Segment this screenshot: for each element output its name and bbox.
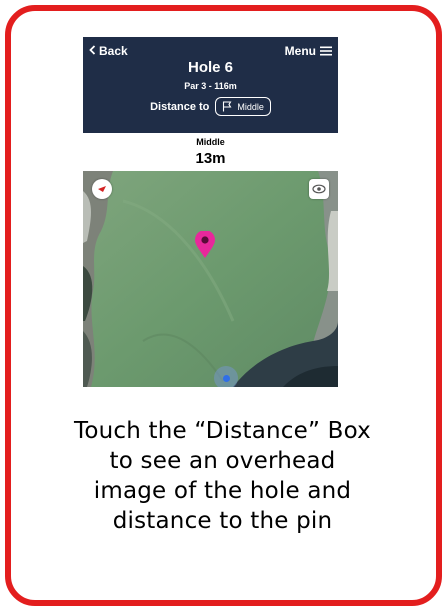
caption: Touch the “Distance” Box to see an overh… — [0, 416, 445, 536]
caption-line: distance to the pin — [112, 508, 333, 534]
menu-label: Menu — [284, 44, 316, 58]
hole-map[interactable] — [83, 171, 338, 387]
info-distance-value: 13m — [195, 150, 226, 167]
distance-info[interactable]: Middle 13m — [83, 133, 338, 171]
caption-line: to see an overhead — [109, 448, 336, 474]
back-label: Back — [99, 44, 128, 58]
chevron-left-icon — [89, 44, 96, 58]
info-label: Middle — [196, 137, 225, 147]
distance-row: Distance to Middle — [83, 97, 338, 116]
flag-icon — [222, 101, 232, 112]
back-button[interactable]: Back — [89, 44, 128, 58]
hamburger-icon — [320, 46, 332, 56]
caption-line: Touch the “Distance” Box — [74, 418, 371, 444]
map-pin-icon[interactable] — [194, 230, 216, 264]
aerial-image — [83, 171, 338, 387]
eye-icon[interactable] — [309, 179, 329, 199]
hole-subtitle: Par 3 - 116m — [184, 81, 237, 91]
hole-title: Hole 6 — [187, 59, 233, 76]
distance-target-button[interactable]: Middle — [215, 97, 271, 116]
distance-target-label: Middle — [237, 101, 264, 112]
caption-line: image of the hole and — [93, 478, 352, 504]
location-dot-icon — [214, 366, 238, 387]
distance-label: Distance to — [150, 100, 210, 113]
header-bar: Back Menu Hole 6 Par 3 - 116m Distance t… — [83, 37, 338, 137]
compass-icon[interactable] — [92, 179, 112, 199]
menu-button[interactable]: Menu — [285, 44, 332, 58]
app-screenshot: Back Menu Hole 6 Par 3 - 116m Distance t… — [83, 37, 338, 387]
